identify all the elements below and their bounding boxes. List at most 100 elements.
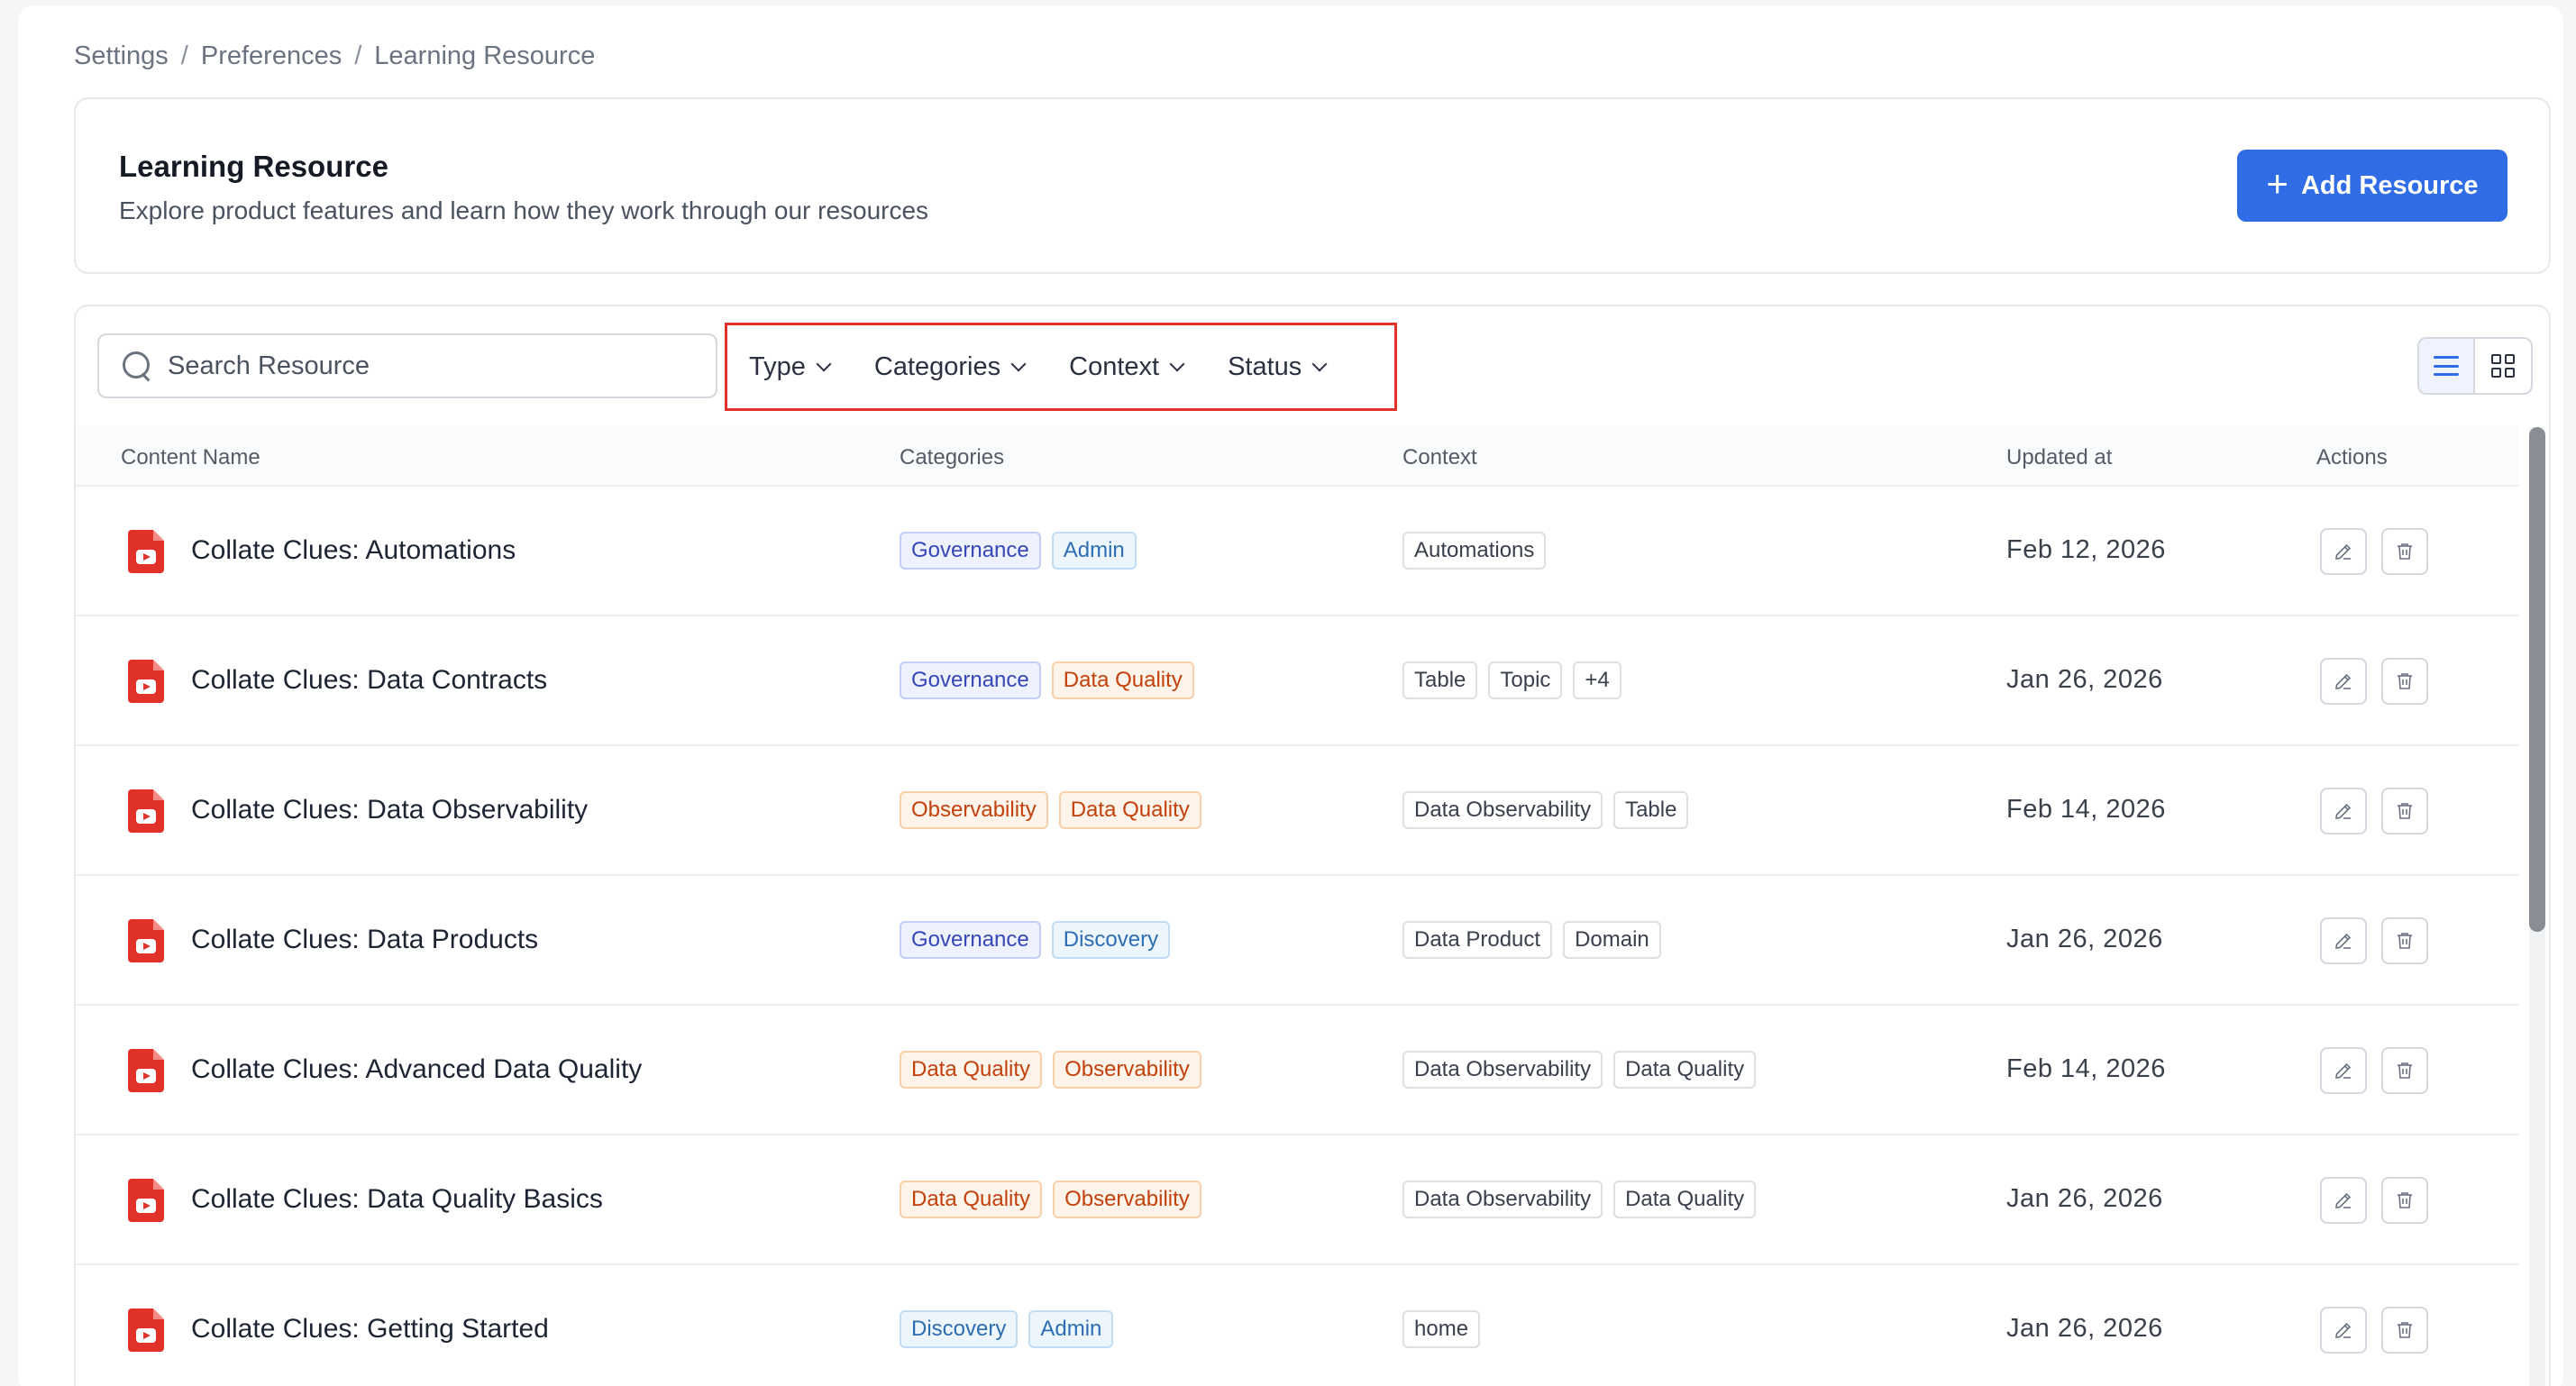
- context-tag: Data Observability: [1402, 1181, 1603, 1218]
- table-row[interactable]: Collate Clues: Data Observability Observa…: [76, 746, 2518, 876]
- breadcrumb-preferences[interactable]: Preferences: [201, 41, 342, 71]
- category-tag: Discovery: [1051, 921, 1171, 959]
- column-context[interactable]: Context: [1402, 445, 1477, 470]
- delete-button[interactable]: [2381, 1177, 2428, 1224]
- delete-button[interactable]: [2381, 658, 2428, 705]
- updated-at: Jan 26, 2026: [2006, 1314, 2163, 1343]
- list-icon: [2434, 356, 2460, 376]
- content-name[interactable]: Collate Clues: Data Contracts: [191, 665, 547, 696]
- edit-button[interactable]: [2320, 528, 2367, 575]
- search-input[interactable]: Search Resource: [97, 333, 717, 398]
- edit-icon: [2333, 1190, 2354, 1211]
- add-resource-button[interactable]: + Add Resource: [2237, 150, 2507, 222]
- filter-categories-label: Categories: [873, 351, 1001, 381]
- filter-context[interactable]: Context: [1069, 352, 1185, 382]
- filter-status-label: Status: [1228, 351, 1302, 381]
- context-tag: Automations: [1402, 532, 1547, 570]
- category-tags: Governance Data Quality: [900, 661, 1194, 699]
- video-file-icon: [128, 660, 164, 703]
- delete-button[interactable]: [2381, 1047, 2428, 1094]
- context-tag: Table: [1613, 791, 1689, 829]
- updated-at: Jan 26, 2026: [2006, 925, 2163, 953]
- edit-button[interactable]: [2320, 1177, 2367, 1224]
- column-updated-at[interactable]: Updated at: [2006, 445, 2112, 470]
- video-file-icon: [128, 1049, 164, 1092]
- scrollbar[interactable]: [2529, 427, 2545, 1386]
- edit-button[interactable]: [2320, 917, 2367, 964]
- edit-button[interactable]: [2320, 658, 2367, 705]
- page: Settings / Preferences / Learning Resour…: [18, 5, 2563, 1386]
- search-placeholder: Search Resource: [168, 351, 370, 380]
- column-categories[interactable]: Categories: [900, 445, 1004, 470]
- delete-button[interactable]: [2381, 528, 2428, 575]
- trash-icon: [2394, 1190, 2416, 1211]
- category-tag: Admin: [1051, 532, 1137, 570]
- category-tag: Admin: [1028, 1310, 1114, 1348]
- context-more-tag[interactable]: +4: [1573, 661, 1621, 699]
- filter-bar: Type Categories Context Status: [725, 323, 1397, 411]
- content-name[interactable]: Collate Clues: Getting Started: [191, 1314, 549, 1345]
- list-view-button[interactable]: [2419, 339, 2476, 393]
- grid-view-button[interactable]: [2475, 339, 2531, 393]
- table-row[interactable]: Collate Clues: Advanced Data Quality Data…: [76, 1006, 2518, 1135]
- view-toggle: [2417, 337, 2533, 395]
- filter-type-label: Type: [749, 351, 806, 381]
- updated-at: Jan 26, 2026: [2006, 1184, 2163, 1213]
- header-card: Learning Resource Explore product featur…: [74, 97, 2551, 274]
- context-tag: Domain: [1563, 921, 1661, 959]
- category-tag: Governance: [900, 532, 1041, 570]
- delete-button[interactable]: [2381, 1307, 2428, 1354]
- content-name[interactable]: Collate Clues: Advanced Data Quality: [191, 1054, 642, 1085]
- filter-categories[interactable]: Categories: [873, 351, 1027, 382]
- chevron-down-icon: [1311, 356, 1328, 372]
- trash-icon: [2394, 670, 2416, 692]
- context-tag: Data Observability: [1402, 791, 1603, 829]
- table-row[interactable]: Collate Clues: Automations Governance Admi…: [76, 487, 2518, 616]
- filter-type[interactable]: Type: [749, 351, 832, 382]
- chevron-down-icon: [816, 356, 832, 372]
- trash-icon: [2394, 800, 2416, 822]
- filter-status[interactable]: Status: [1228, 351, 1328, 382]
- delete-button[interactable]: [2381, 788, 2428, 834]
- content-name[interactable]: Collate Clues: Data Products: [191, 925, 538, 955]
- context-tags: Data Product Domain: [1402, 921, 1661, 959]
- updated-at: Feb 12, 2026: [2006, 535, 2166, 564]
- breadcrumb-settings[interactable]: Settings: [74, 41, 169, 71]
- table-header: Content Name Categories Context Updated …: [76, 425, 2518, 487]
- edit-button[interactable]: [2320, 788, 2367, 834]
- breadcrumb-separator: /: [180, 41, 188, 70]
- scrollbar-thumb[interactable]: [2529, 427, 2545, 932]
- context-tag: Topic: [1488, 661, 1563, 699]
- edit-icon: [2333, 800, 2354, 822]
- content-name[interactable]: Collate Clues: Automations: [191, 535, 516, 566]
- content-name[interactable]: Collate Clues: Data Observability: [191, 795, 588, 825]
- category-tags: Observability Data Quality: [900, 791, 1201, 829]
- column-content-name[interactable]: Content Name: [121, 445, 260, 470]
- grid-icon: [2491, 354, 2516, 378]
- trash-icon: [2394, 541, 2416, 562]
- table-row[interactable]: Collate Clues: Data Products Governance Di…: [76, 876, 2518, 1006]
- category-tags: Governance Admin: [900, 532, 1137, 570]
- table-row[interactable]: Collate Clues: Data Contracts Governance D…: [76, 616, 2518, 746]
- table-row[interactable]: Collate Clues: Data Quality Basics Data Q…: [76, 1135, 2518, 1265]
- breadcrumb-separator: /: [354, 41, 362, 70]
- category-tag: Observability: [1053, 1181, 1201, 1218]
- edit-icon: [2333, 1060, 2354, 1081]
- content-name[interactable]: Collate Clues: Data Quality Basics: [191, 1184, 603, 1215]
- edit-icon: [2333, 1319, 2354, 1341]
- table-row[interactable]: Collate Clues: Getting Started Discovery A…: [76, 1265, 2518, 1386]
- edit-icon: [2333, 930, 2354, 952]
- edit-button[interactable]: [2320, 1047, 2367, 1094]
- video-file-icon: [128, 789, 164, 833]
- delete-button[interactable]: [2381, 917, 2428, 964]
- trash-icon: [2394, 1319, 2416, 1341]
- video-file-icon: [128, 1308, 164, 1352]
- category-tag: Data Quality: [900, 1181, 1043, 1218]
- category-tags: Data Quality Observability: [900, 1181, 1201, 1218]
- edit-button[interactable]: [2320, 1307, 2367, 1354]
- context-tag: Table: [1402, 661, 1478, 699]
- updated-at: Jan 26, 2026: [2006, 665, 2163, 694]
- category-tag: Observability: [900, 791, 1048, 829]
- category-tags: Governance Discovery: [900, 921, 1171, 959]
- chevron-down-icon: [1010, 356, 1027, 372]
